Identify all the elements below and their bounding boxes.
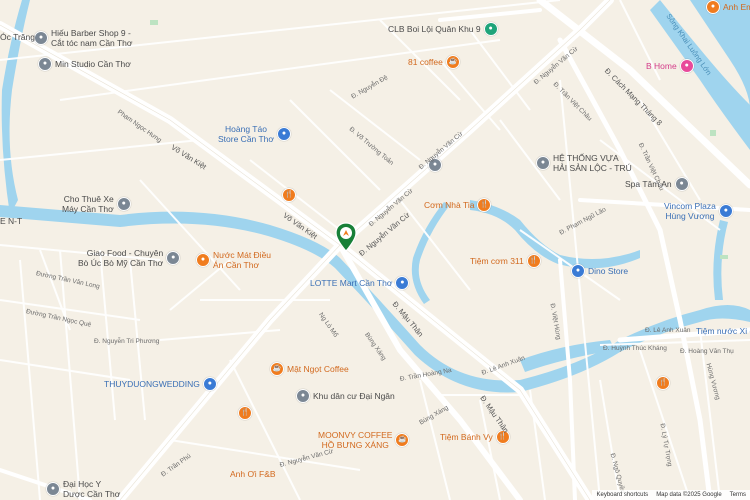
poi-unlabeled-restaurant[interactable]: 🍴 [238,406,252,420]
poi-label: Min Studio Cần Thơ [55,59,131,69]
poi-tiem-com-311[interactable]: Tiệm cơm 311 🍴 [470,254,541,268]
poi-label: Đại Học Y Dược Cần Thơ [63,479,121,499]
poi-label: LOTTE Mart Cần Thơ [310,278,393,288]
restaurant-icon: 🍴 [477,198,492,212]
home-icon: ● [679,59,694,73]
keyboard-shortcuts-link[interactable]: Keyboard shortcuts [596,492,648,498]
poi-e-nt[interactable]: E N-T [0,216,22,226]
poi-label: 81 coffee [408,57,443,67]
poi-label: CLB Boi Lội Quân Khu 9 [388,24,481,34]
school-icon: ● [46,482,60,496]
poi-giao-food[interactable]: Giao Food - Chuyên Bò Úc Bò Mỹ Cần Thơ ● [78,248,181,268]
shopping-bag-icon: ● [202,377,217,391]
poi-label: Nước Mát Điều Án Cần Thơ [213,250,272,270]
drink-icon: ● [196,253,210,267]
camera-icon: ● [38,57,52,71]
road-label: Đ. Nguyễn Tri Phương [94,338,160,345]
poi-hoang-tao[interactable]: Hoàng Táo Store Cần Thơ ● [218,124,291,144]
map-data-text: Map data ©2025 Google [656,492,722,498]
poi-label: Giao Food - Chuyên Bò Úc Bò Mỹ Cần Thơ [78,248,164,268]
poi-lotte-mart[interactable]: LOTTE Mart Cần Thơ ● [310,276,410,290]
poi-label: Óc Trăng [0,32,35,42]
poi-label: Hoàng Táo Store Cần Thơ [218,124,274,144]
poi-dai-hoc-y-duoc[interactable]: ● Đại Học Y Dược Cần Thơ [46,479,120,499]
poi-oc-trang[interactable]: Óc Trăng [0,32,35,42]
road-label: Đ. Hoàng Văn Thụ [680,348,734,355]
poi-khu-dan-cu[interactable]: ● Khu dân cư Đại Ngân [296,389,395,403]
poi-b-home[interactable]: B Home ● [646,59,694,73]
road-label: Đ. Lê Anh Xuân [645,327,691,334]
spa-icon: ● [674,177,689,191]
shopping-bag-icon: ● [571,264,585,278]
poi-tiem-banh-vy[interactable]: Tiệm Bánh Vy 🍴 [440,430,510,444]
shopping-bag-icon: ● [276,127,291,141]
poi-label: Vincom Plaza Hùng Vương [664,201,716,221]
coffee-icon: ☕ [445,55,460,69]
poi-label: Tiệm Bánh Vy [440,432,493,442]
coffee-icon: ☕ [270,362,284,376]
poi-label: Cho Thuê Xe Máy Cần Thơ [62,194,114,214]
store-icon: ● [536,156,550,170]
poi-label: Mật Ngọt Coffee [287,364,349,374]
poi-thuyduong-wedding[interactable]: THUYDUONGWEDDING ● [104,377,217,391]
poi-label: B Home [646,61,677,71]
road-label: Đ. Huỳnh Thúc Kháng [603,345,667,352]
poi-anh-oi-fnb[interactable]: Anh Ơi F&B [230,469,276,479]
poi-anh-em[interactable]: ● Anh Em [706,0,750,14]
shop-icon: ● [34,31,48,45]
terms-link[interactable]: Terms [730,492,746,498]
poi-mat-ngot[interactable]: ☕ Mật Ngọt Coffee [270,362,349,376]
poi-label: Hiếu Barber Shop 9 - Cắt tóc nam Cần Thơ [51,28,133,48]
poi-tiem-nuoc[interactable]: Tiệm nước Xi đ [696,326,750,336]
restaurant-icon: 🍴 [282,188,296,202]
poi-hai-san-loc-tru[interactable]: ● HỆ THỐNG VỰA HẢI SẢN LỘC - TRÚ [536,153,632,173]
poi-unlabeled-restaurant[interactable]: 🍴 [656,376,670,390]
poi-label: HỆ THỐNG VỰA HẢI SẢN LỘC - TRÚ [553,153,632,173]
restaurant-icon: 🍴 [238,406,252,420]
poi-label: Anh Ơi F&B [230,469,276,479]
location-pin-icon[interactable] [334,222,358,252]
poi-unlabeled-restaurant[interactable]: 🍴 [282,188,296,202]
poi-label: Khu dân cư Đại Ngân [313,391,395,401]
shopping-bag-icon: ● [718,204,733,218]
poi-label: Anh Em [723,2,750,12]
coffee-icon: ☕ [395,433,410,447]
poi-min-studio[interactable]: ● Min Studio Cần Thơ [38,57,131,71]
home-icon: ● [296,389,310,403]
poi-81-coffee[interactable]: 81 coffee ☕ [408,55,460,69]
restaurant-icon: ● [706,0,720,14]
poi-cho-thue-xe[interactable]: Cho Thuê Xe Máy Cần Thơ ● [62,194,131,214]
poi-label: E N-T [0,216,23,226]
poi-nuoc-mat[interactable]: ● Nước Mát Điều Án Cần Thơ [196,250,271,270]
restaurant-icon: 🍴 [656,376,670,390]
swimming-icon: ● [483,22,498,36]
poi-label: Dino Store [588,266,629,276]
shopping-cart-icon: ● [395,276,410,290]
poi-vincom-plaza[interactable]: Vincom Plaza Hùng Vương ● [664,201,733,221]
restaurant-icon: 🍴 [526,254,541,268]
poi-clb-boi-loi[interactable]: CLB Boi Lội Quân Khu 9 ● [388,22,498,36]
poi-label: Cơm Nhà Tia [424,200,475,210]
poi-label: MOONVY COFFEE HỒ BƯNG XÁNG [318,430,393,450]
map-canvas[interactable]: ● Hiếu Barber Shop 9 - Cắt tóc nam Cần T… [0,0,750,500]
poi-label: Tiệm cơm 311 [470,256,524,266]
poi-com-nha-tia[interactable]: Cơm Nhà Tia 🍴 [424,198,492,212]
poi-dino-store[interactable]: ● Dino Store [571,264,628,278]
poi-label: Tiệm nước Xi đ [696,326,750,336]
car-icon: ● [116,197,131,211]
poi-hieu-barber[interactable]: ● Hiếu Barber Shop 9 - Cắt tóc nam Cần T… [34,28,132,48]
attribution-bar: Keyboard shortcuts Map data ©2025 Google… [592,490,750,500]
store-icon: ● [166,251,181,265]
poi-label: THUYDUONGWEDDING [104,379,200,389]
